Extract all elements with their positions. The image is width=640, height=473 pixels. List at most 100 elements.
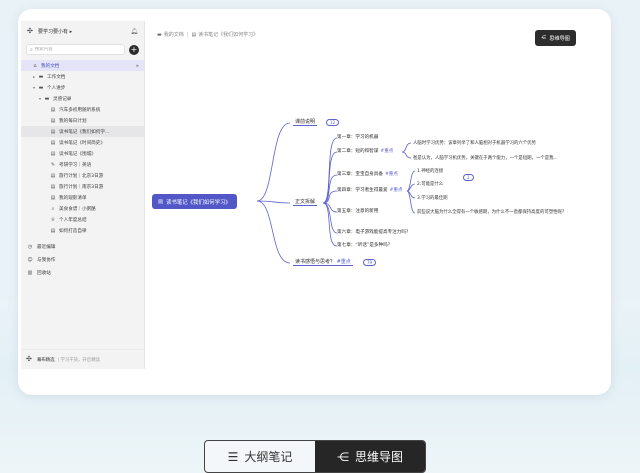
mindmap-root-node[interactable]: ▤ 读书笔记《我们如何学习》 bbox=[152, 194, 237, 209]
mindmap-node-l2[interactable]: 第四章：学习者生得最爱 #重点 bbox=[337, 187, 403, 193]
search-icon: ⌕ bbox=[30, 46, 33, 53]
featured-icon: ✣ bbox=[26, 355, 32, 363]
tree-item-label: 旅行计划｜南京3日游 bbox=[59, 184, 104, 190]
sidebar-tree-item[interactable]: ▾ ▬ 灵感记录 bbox=[21, 93, 144, 104]
search-box[interactable]: ⌕ bbox=[26, 44, 125, 55]
pen-icon: ✎ bbox=[50, 161, 56, 168]
sidebar: ✣ 要学习要小有 ▸ 🔔︎ ⌕ + ⌂ 我的文档 ▸ ▸▬工作文档▾▬个人进步▾▬灵感… bbox=[21, 21, 145, 369]
node-label: 第七章：“听话”是多种吗？ bbox=[337, 243, 393, 248]
tree-item-label: 考研学习｜英语 bbox=[59, 162, 92, 168]
sidebar-tree-item[interactable]: ▤ 旅行计划｜北京3日游 bbox=[21, 170, 144, 181]
sidebar-footer[interactable]: ✣ 幕布精选 | 学习干货，开启精读 bbox=[21, 349, 144, 369]
sidebar-tree-item[interactable]: ▤ 汽车多初用随听系统 bbox=[21, 104, 144, 115]
breadcrumb-item-current[interactable]: 读书笔记《我们如何学习》 bbox=[198, 31, 258, 38]
tree-item-label: 我的文档 bbox=[41, 63, 60, 69]
sidebar-link[interactable]: ▥ 回收站 bbox=[21, 266, 144, 279]
mindmap-node-l2[interactable]: 第五章：注意的新用 bbox=[337, 208, 378, 214]
sidebar-tree-item[interactable]: ▤ 读书笔记《我们如何学... bbox=[21, 126, 144, 137]
child-count-badge[interactable]: 2 bbox=[463, 174, 474, 181]
node-label: 第五章：注意的新用 bbox=[337, 209, 379, 214]
breadcrumb: ▬ 我的文档 | ▤ 读书笔记《我们如何学习》 bbox=[157, 31, 258, 39]
tag-label: #重点 bbox=[336, 259, 351, 265]
mindmap-node-l2[interactable]: 第二章：短的和智谋 #重点 bbox=[337, 148, 393, 154]
mindmap-button-label: 思维导图 bbox=[549, 35, 570, 42]
sidebar-tree-item[interactable]: ▤ 我的每日计划 bbox=[21, 115, 144, 126]
tree-item-label: 旅行计划｜北京3日游 bbox=[59, 173, 104, 179]
app-logo-icon: ✣ bbox=[27, 26, 33, 35]
node-label: 读书感悟与思考？ bbox=[295, 259, 336, 265]
sidebar-link-label: 最近编辑 bbox=[37, 244, 56, 250]
outline-tab-label: 大纲笔记 bbox=[244, 450, 293, 464]
sidebar-tree-item[interactable]: ✎ 考研学习｜英语 bbox=[21, 159, 144, 170]
doc-icon: ▤ bbox=[50, 128, 56, 135]
folder-icon: ▬ bbox=[157, 31, 162, 38]
sidebar-header: ✣ 要学习要小有 ▸ 🔔︎ bbox=[21, 21, 144, 41]
sidebar-tree-item[interactable]: ▤ 读书笔记《时间简史》 bbox=[21, 137, 144, 148]
mindmap-node-l3[interactable]: 3.学习的最佳期 bbox=[417, 195, 448, 201]
sidebar-tree-item[interactable]: ▸ ▬ 工作文档 bbox=[21, 71, 144, 82]
sidebar-tree-item[interactable]: ▤ 如何打造自律 bbox=[21, 225, 144, 236]
node-label: 第三章：宝宝自身具备 bbox=[337, 172, 383, 177]
sidebar-tree-item[interactable]: ▾ ▬ 个人进步 bbox=[21, 82, 144, 93]
add-button[interactable]: + bbox=[129, 44, 139, 55]
tree-item-label: 读书笔记《围城》 bbox=[59, 151, 96, 157]
breadcrumb-separator: | bbox=[186, 31, 189, 38]
sidebar-link[interactable]: ☺ 与我协作 bbox=[21, 253, 144, 266]
mindmap-node-l3[interactable]: 人脑时学习优势：该章列举了和人脑相对于机器学习的六个优势 bbox=[413, 140, 536, 146]
node-label: 正文拆解 bbox=[295, 199, 316, 205]
doc-icon: ▤ bbox=[191, 31, 197, 38]
view-toggle: ☰ 大纲笔记 ⋲ 思维导图 bbox=[204, 440, 426, 473]
search-doc-icon: ⌕ bbox=[51, 205, 55, 212]
outline-tab[interactable]: ☰ 大纲笔记 bbox=[205, 441, 315, 472]
tree-item-label: 读书笔记《我们如何学... bbox=[59, 129, 110, 135]
child-count-badge[interactable]: 79 bbox=[363, 259, 377, 266]
doc-icon: ▤ bbox=[50, 194, 56, 201]
bell-icon[interactable]: 🔔︎ bbox=[130, 28, 138, 35]
doc-icon: ▤ bbox=[50, 183, 56, 190]
mindmap-node-l3[interactable]: 1.神经的连接 bbox=[417, 168, 443, 174]
tree-item-label: 个人进步 bbox=[47, 85, 66, 91]
node-label: 第六章：电子游戏能提高专注力吗? bbox=[337, 230, 409, 235]
sidebar-tree-item[interactable]: ▤ 读书笔记《围城》 bbox=[21, 148, 144, 159]
users-icon: ☺ bbox=[27, 256, 33, 263]
folder-icon: ▬ bbox=[44, 95, 50, 102]
breadcrumb-item-root[interactable]: 我的文档 bbox=[164, 31, 184, 38]
mindmap-node-l1[interactable]: 读书感悟与思考？ #重点 bbox=[293, 258, 353, 266]
mindmap-node-l2[interactable]: 第一章：学习的机器 bbox=[337, 134, 378, 140]
footer-subtitle: | 学习干货，开启精读 bbox=[57, 357, 100, 363]
sidebar-tree-item[interactable]: ⌕ 美食食谱｜小粥酪 bbox=[21, 203, 144, 214]
sidebar-link[interactable]: ◷ 最近编辑 bbox=[21, 240, 144, 253]
doc-icon: ▤ bbox=[50, 117, 56, 124]
search-row: ⌕ + bbox=[21, 43, 144, 56]
tree-item-label: 灵感记录 bbox=[53, 96, 72, 102]
search-input[interactable] bbox=[34, 47, 95, 52]
node-label: 课前说明 bbox=[295, 119, 316, 125]
sidebar-tree-item[interactable]: ▤ 我的观影清单 bbox=[21, 192, 144, 203]
sidebar-tree-item[interactable]: ▤ 旅行计划｜南京3日游 bbox=[21, 181, 144, 192]
mindmap-node-l3[interactable]: 2.可能是什么 bbox=[417, 181, 443, 187]
mindmap-node-l2[interactable]: 第七章：“听话”是多种吗？ bbox=[337, 242, 392, 248]
mindmap-tab[interactable]: ⋲ 思维导图 bbox=[315, 441, 425, 472]
mindmap-node-l1[interactable]: 正文拆解 bbox=[293, 198, 318, 206]
sidebar-links: ◷ 最近编辑 ☺ 与我协作 ▥ 回收站 bbox=[21, 240, 144, 279]
sidebar-tree-item[interactable]: ♕ 个人年度总结 bbox=[21, 214, 144, 225]
mindmap-node-l2[interactable]: 第六章：电子游戏能提高专注力吗? bbox=[337, 229, 408, 235]
tree-item-label: 美食食谱｜小粥酪 bbox=[59, 206, 96, 212]
tag-label: #重点 bbox=[384, 172, 398, 177]
tag-label: #重点 bbox=[380, 149, 394, 154]
mindmap-node-l1[interactable]: 课前说明 bbox=[293, 118, 318, 126]
sidebar-tree-item[interactable]: ⌂ 我的文档 ▸ bbox=[21, 60, 144, 71]
mindmap-view-button[interactable]: ⋲ 思维导图 bbox=[535, 30, 576, 46]
list-icon: ☰ bbox=[227, 449, 239, 464]
tree-item-label: 工作文档 bbox=[47, 74, 66, 80]
more-icon[interactable]: ▸ bbox=[136, 63, 139, 69]
footer-title: 幕布精选 bbox=[37, 357, 55, 363]
node-label: 第二章：短的和智谋 bbox=[337, 149, 379, 154]
doc-icon: ▤ bbox=[50, 227, 56, 234]
tree-item-label: 读书笔记《时间简史》 bbox=[59, 140, 105, 146]
mindmap-node-l3[interactable]: 前些说大脑为什么全得有一个敏感期，为什么不一直都保持高度的可塑性呢? bbox=[417, 209, 587, 216]
mindmap-node-l3[interactable]: 爸是认为，人脑学习机优势，关键在于两个能力，一个是短期，一个是我... bbox=[413, 155, 558, 161]
child-count-badge[interactable]: 12 bbox=[326, 119, 340, 126]
space-switcher[interactable]: 要学习要小有 ▸ bbox=[38, 28, 130, 35]
mindmap-node-l2[interactable]: 第三章：宝宝自身具备 #重点 bbox=[337, 171, 398, 177]
